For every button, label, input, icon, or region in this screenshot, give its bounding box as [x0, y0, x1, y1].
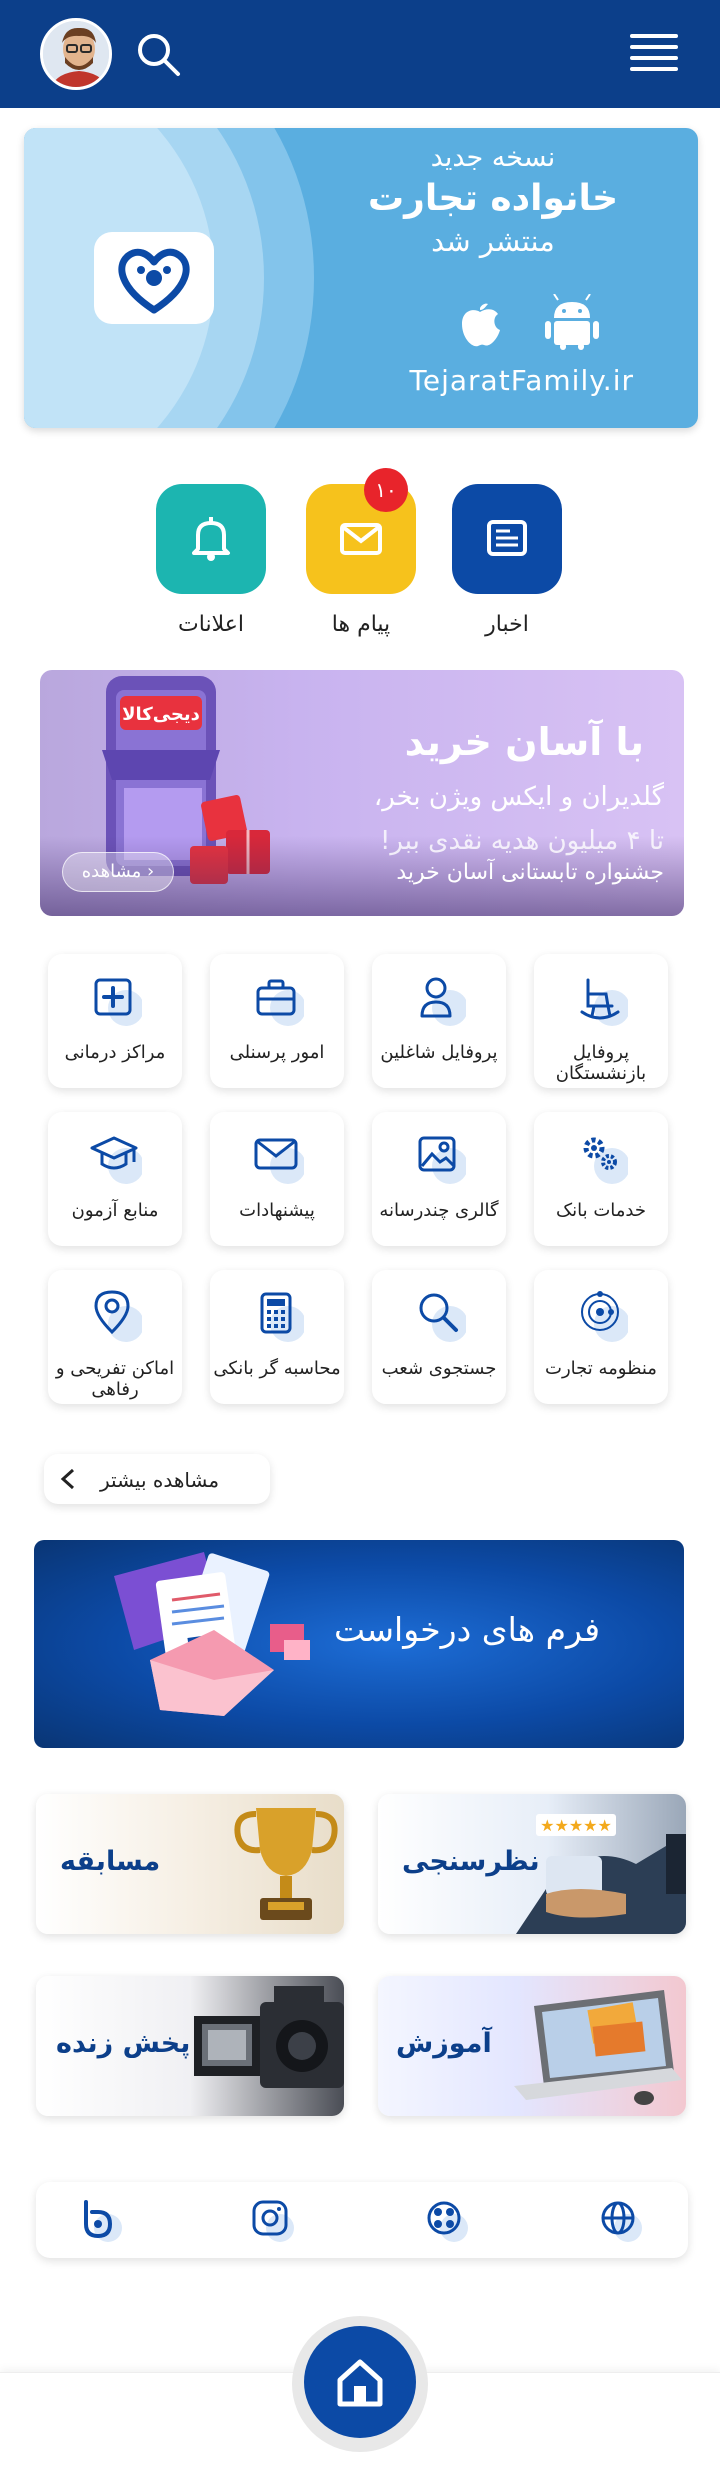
envelope-icon [254, 1138, 304, 1184]
envelope-documents-icon [114, 1552, 310, 1716]
ad-banner[interactable]: دیجی‌کالا با آسان خرید گلدیران و ایکس وی… [40, 670, 684, 916]
home-button[interactable] [304, 2326, 416, 2438]
survey-label: نظرسنجی [402, 1846, 540, 1877]
gears-icon [583, 1137, 628, 1184]
messages-label: پیام ها [331, 612, 391, 637]
avatar[interactable] [40, 18, 112, 90]
trophy-icon [234, 1808, 338, 1920]
employees-profile-tile[interactable]: پروفایل شاغلین [372, 954, 506, 1088]
platform-icons [454, 293, 604, 350]
live-broadcast-card[interactable]: پخش زنده [36, 1976, 344, 2116]
messages-badge: ۱۰ [364, 468, 408, 512]
briefcase-icon [256, 979, 304, 1026]
tile-label: محاسبه گر بانکی [213, 1358, 341, 1379]
ad-view-button[interactable]: ‹ مشاهده [62, 852, 174, 892]
promo-line2: خانواده تجارت [367, 178, 619, 219]
instagram-icon[interactable] [248, 2196, 296, 2244]
notifications-label: اعلانات [178, 612, 244, 637]
laptop-books-icon [514, 1990, 682, 2105]
tile-label: پیشنهادات [239, 1200, 315, 1221]
ad-subtitle1: گلدیران و ایکس ویژن بخر، [373, 782, 664, 812]
request-forms-title: فرم های درخواست [334, 1610, 600, 1649]
tile-label: منابع آزمون [71, 1200, 159, 1221]
orbit-icon [581, 1291, 628, 1342]
bank-services-tile[interactable]: خدمات بانک [534, 1112, 668, 1246]
request-forms-banner[interactable]: فرم های درخواست [34, 1540, 684, 1748]
tile-label: منظومه تجارت [545, 1358, 657, 1379]
notifications-button[interactable] [156, 484, 266, 594]
suggestions-tile[interactable]: پیشنهادات [210, 1112, 344, 1246]
website-globe-icon[interactable] [596, 2196, 644, 2244]
competition-label: مسابقه [60, 1846, 161, 1877]
image-icon [418, 1136, 466, 1184]
tile-label: مراکز درمانی [64, 1042, 166, 1063]
view-more-label: مشاهده بیشتر [100, 1468, 220, 1492]
education-card[interactable]: آموزش [378, 1976, 686, 2116]
view-more-button[interactable]: مشاهده بیشتر [44, 1454, 270, 1504]
branch-search-tile[interactable]: جستجوی شعب [372, 1270, 506, 1404]
media-gallery-tile[interactable]: گالری چندرسانه [372, 1112, 506, 1246]
graduation-cap-icon [90, 1136, 142, 1184]
home-icon [337, 2359, 383, 2407]
exam-resources-tile[interactable]: منابع آزمون [48, 1112, 182, 1246]
promo-line3: منتشر شد [431, 224, 555, 258]
tile-label: پروفایل شاغلین [380, 1042, 498, 1063]
news-label: اخبار [485, 612, 529, 637]
personnel-affairs-tile[interactable]: امور پرسنلی [210, 954, 344, 1088]
app-logo-icon [94, 232, 214, 324]
education-label: آموزش [396, 2028, 492, 2059]
medical-centers-tile[interactable]: مراکز درمانی [48, 954, 182, 1088]
promo-url[interactable]: TejaratFamily.ir [410, 364, 634, 397]
chevron-left-icon [60, 1468, 75, 1490]
aparat-icon[interactable] [422, 2196, 470, 2244]
news-icon [487, 520, 527, 556]
tile-label: پروفایل بازنشستگان [555, 1042, 647, 1084]
ad-view-label: مشاهده [81, 861, 142, 882]
person-icon [420, 977, 466, 1026]
bell-icon [192, 517, 230, 561]
medical-cross-icon [94, 978, 142, 1026]
ad-caption: جشنواره تابستانی آسان خرید [396, 860, 664, 885]
apple-icon [462, 303, 500, 347]
bale-icon[interactable] [76, 2196, 124, 2244]
bank-calculator-tile[interactable]: محاسبه گر بانکی [210, 1270, 344, 1404]
competition-card[interactable]: مسابقه [36, 1794, 344, 1934]
rocking-chair-icon [580, 978, 628, 1026]
search-icon[interactable] [134, 30, 182, 78]
survey-card[interactable]: ★★★★★ نظرسنجی [378, 1794, 686, 1934]
retirees-profile-tile[interactable]: پروفایل بازنشستگان [534, 954, 668, 1088]
app-release-banner[interactable]: نسخه جدید خانواده تجارت منتشر شد Tejarat… [24, 128, 698, 428]
search-icon [419, 1293, 466, 1342]
tile-label: جستجوی شعب [381, 1358, 497, 1379]
android-icon [545, 293, 599, 350]
hamburger-menu-icon[interactable] [630, 34, 678, 74]
ad-subtitle2: تا ۴ میلیون هدیه نقدی ببر! [380, 826, 664, 856]
tile-label: خدمات بانک [556, 1200, 646, 1221]
chevron-left-icon: ‹ [147, 861, 155, 882]
tile-label: اماکن تفریحی و رفاهی [55, 1358, 175, 1400]
video-camera-icon [194, 1986, 344, 2088]
location-pin-icon [94, 1290, 142, 1342]
recreation-places-tile[interactable]: اماکن تفریحی و رفاهی [48, 1270, 182, 1404]
app-header [0, 0, 720, 108]
tile-label: امور پرسنلی [229, 1042, 325, 1063]
tejarat-system-tile[interactable]: منظومه تجارت [534, 1270, 668, 1404]
calculator-icon [260, 1292, 304, 1342]
ad-store-label: دیجی‌کالا [122, 704, 200, 725]
ad-title: با آسان خرید [404, 720, 644, 764]
live-broadcast-label: پخش زنده [56, 2028, 191, 2059]
news-button[interactable] [452, 484, 562, 594]
promo-line1: نسخه جدید [430, 142, 556, 173]
rating-stars-icon: ★★★★★ [516, 1814, 686, 1934]
tile-label: گالری چندرسانه [379, 1200, 499, 1221]
social-links-bar [36, 2182, 688, 2258]
svg-text:★★★★★: ★★★★★ [540, 1816, 612, 1835]
